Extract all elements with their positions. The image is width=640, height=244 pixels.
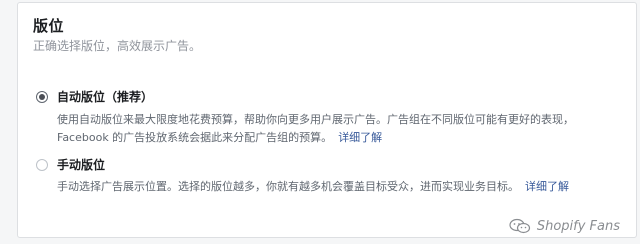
manual-placement-option[interactable]: 手动版位 xyxy=(36,156,105,173)
manual-placement-label[interactable]: 手动版位 xyxy=(57,156,105,173)
page-background: 版位 正确选择版位，高效展示广告。 自动版位（推荐） 使用自动版位来最大限度地花… xyxy=(0,0,640,244)
wechat-icon xyxy=(509,218,530,234)
auto-placement-description-text: 使用自动版位来最大限度地花费预算，帮助你向更多用户展示广告。广告组在不同版位可能… xyxy=(57,113,574,144)
watermark: Shopify Fans xyxy=(509,218,620,234)
manual-placement-radio[interactable] xyxy=(36,158,48,171)
placement-card: 版位 正确选择版位，高效展示广告。 自动版位（推荐） 使用自动版位来最大限度地花… xyxy=(17,2,637,238)
auto-placement-learn-more-link[interactable]: 详细了解 xyxy=(338,131,382,144)
section-subtitle: 正确选择版位，高效展示广告。 xyxy=(33,39,202,53)
auto-placement-option[interactable]: 自动版位（推荐） xyxy=(36,88,153,105)
manual-placement-description: 手动选择广告展示位置。选择的版位越多，你就有越多机会覆盖目标受众，进而实现业务目… xyxy=(57,178,617,196)
auto-placement-description: 使用自动版位来最大限度地花费预算，帮助你向更多用户展示广告。广告组在不同版位可能… xyxy=(57,111,617,147)
watermark-text: Shopify Fans xyxy=(536,218,620,234)
auto-placement-radio[interactable] xyxy=(36,90,48,103)
section-title: 版位 xyxy=(33,17,65,35)
auto-placement-label[interactable]: 自动版位（推荐） xyxy=(57,88,153,105)
manual-placement-learn-more-link[interactable]: 详细了解 xyxy=(525,180,569,193)
manual-placement-description-text: 手动选择广告展示位置。选择的版位越多，你就有越多机会覆盖目标受众，进而实现业务目… xyxy=(57,180,519,193)
